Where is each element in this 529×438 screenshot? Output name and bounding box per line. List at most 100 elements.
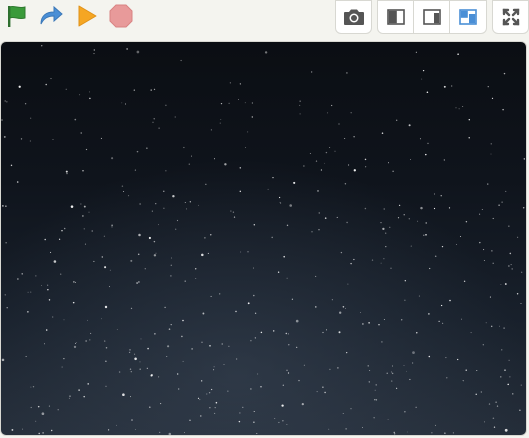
star	[251, 102, 253, 104]
star	[286, 369, 288, 372]
layout-right-button[interactable]	[413, 0, 450, 34]
star	[368, 381, 371, 383]
star	[285, 332, 288, 335]
star	[147, 347, 149, 350]
star	[168, 328, 171, 330]
star	[501, 349, 503, 351]
star	[318, 212, 320, 214]
star	[75, 342, 76, 344]
green-flag-button[interactable]	[4, 3, 30, 29]
star	[434, 255, 437, 258]
star	[483, 259, 485, 262]
star	[438, 320, 440, 322]
star	[392, 365, 393, 367]
star	[260, 331, 263, 334]
star	[84, 243, 86, 245]
star	[126, 48, 128, 50]
star	[129, 368, 132, 370]
star	[251, 116, 253, 118]
star	[220, 119, 222, 120]
redo-button[interactable]	[38, 3, 64, 29]
star	[383, 318, 385, 321]
star	[493, 426, 496, 428]
star	[253, 224, 256, 226]
star	[210, 295, 212, 297]
star	[210, 388, 213, 391]
star	[5, 242, 7, 244]
star	[44, 343, 45, 345]
star	[406, 370, 407, 372]
star	[311, 71, 313, 73]
star	[108, 286, 111, 288]
star	[492, 217, 494, 220]
star	[382, 227, 385, 231]
star	[124, 103, 126, 105]
screenshot-button[interactable]	[335, 0, 372, 34]
star	[253, 421, 255, 423]
star	[326, 329, 327, 331]
layout-small-stage-button[interactable]	[449, 0, 487, 34]
star	[111, 224, 113, 226]
star	[244, 102, 246, 104]
star	[177, 373, 179, 375]
layout-left-button[interactable]	[377, 0, 414, 34]
star	[105, 385, 107, 387]
star	[381, 132, 384, 134]
star	[45, 329, 48, 331]
fullscreen-button[interactable]	[492, 0, 529, 34]
star	[392, 170, 394, 173]
fullscreen-icon	[502, 8, 519, 26]
star	[2, 205, 4, 207]
star	[44, 238, 46, 241]
star	[146, 147, 148, 149]
star	[429, 267, 431, 270]
star	[146, 367, 148, 369]
star	[240, 251, 242, 253]
star	[476, 370, 478, 371]
star	[195, 277, 197, 280]
star	[501, 201, 503, 203]
star	[339, 311, 342, 314]
layout-left-panel-icon	[386, 9, 405, 25]
star	[460, 318, 463, 320]
star	[139, 368, 141, 370]
star	[445, 357, 447, 359]
star	[105, 360, 107, 362]
star	[6, 306, 8, 309]
star	[207, 252, 209, 254]
star	[521, 271, 523, 273]
star	[107, 429, 110, 431]
star	[136, 150, 139, 153]
star	[144, 268, 146, 270]
star	[282, 420, 284, 422]
star	[272, 177, 274, 179]
star	[380, 262, 382, 264]
star	[83, 205, 86, 208]
stop-button[interactable]	[108, 3, 134, 29]
star	[11, 428, 14, 431]
play-button[interactable]	[74, 3, 100, 29]
star	[443, 159, 445, 161]
star	[136, 50, 140, 54]
star	[468, 137, 470, 139]
star	[250, 339, 252, 342]
toolbar	[0, 0, 529, 38]
star	[417, 220, 419, 222]
star	[329, 147, 331, 148]
star	[213, 369, 215, 371]
stage-canvas[interactable]	[0, 41, 527, 436]
star	[172, 194, 175, 198]
star	[491, 97, 494, 100]
star	[324, 391, 326, 394]
star	[423, 234, 425, 236]
star	[375, 399, 378, 401]
star	[219, 293, 221, 295]
star	[340, 251, 343, 254]
milky-way-glow	[1, 42, 526, 435]
star	[198, 204, 200, 206]
star	[396, 119, 398, 121]
star	[322, 386, 324, 388]
star	[130, 396, 131, 398]
star	[496, 405, 499, 407]
star	[470, 332, 472, 334]
